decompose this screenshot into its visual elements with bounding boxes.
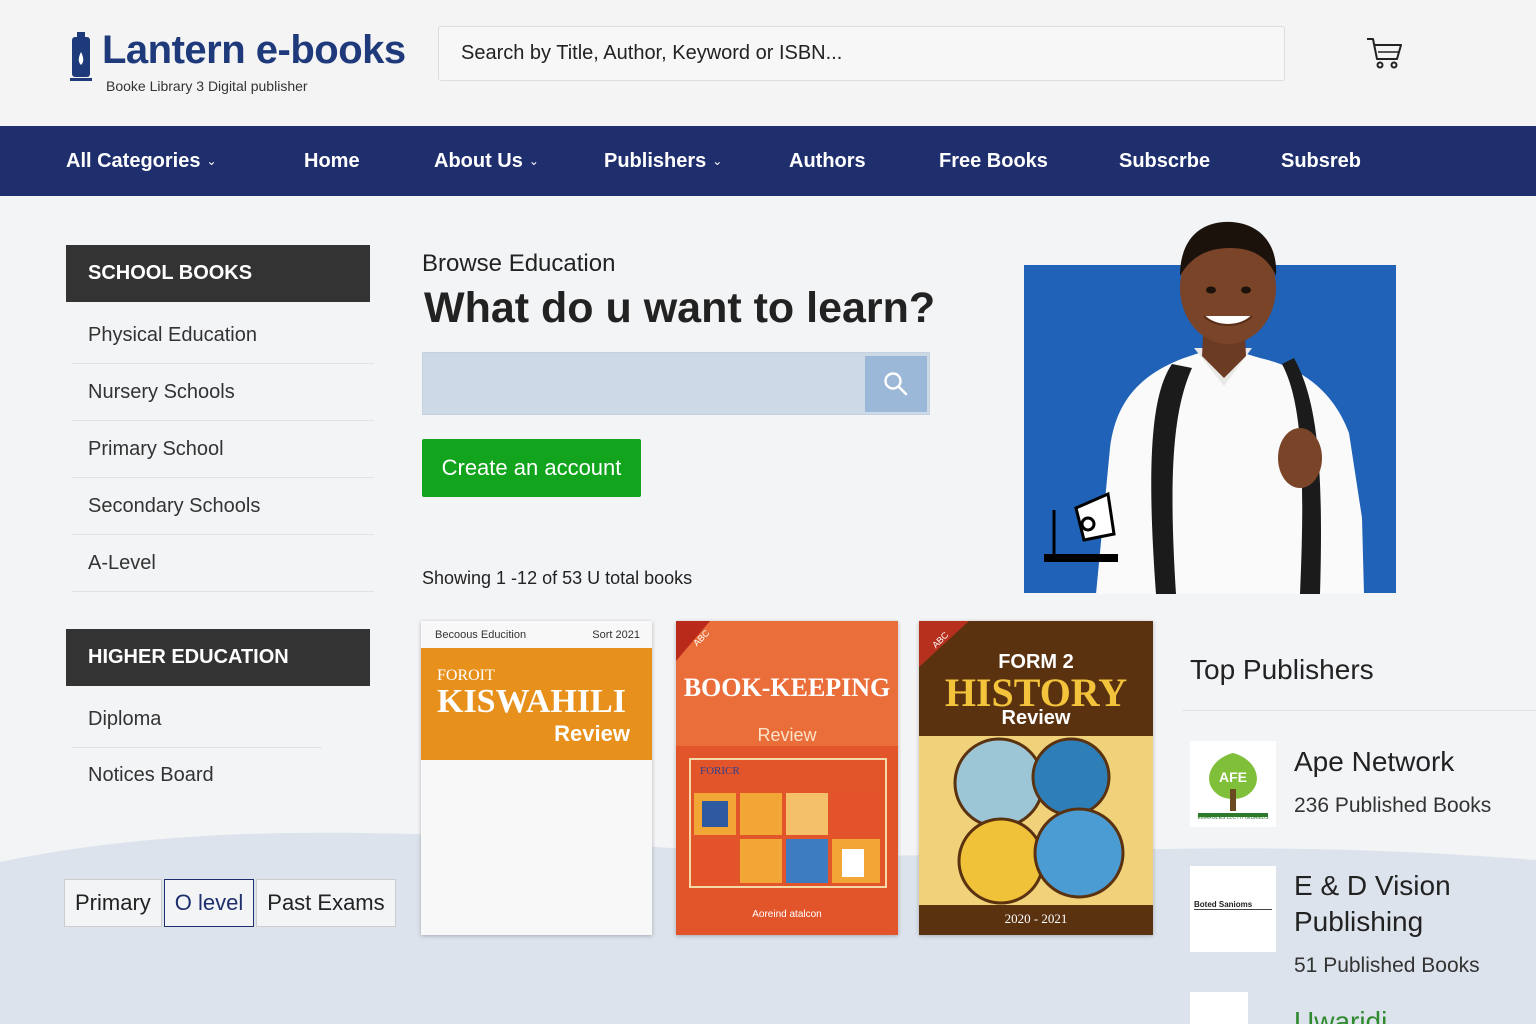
results-count: Showing 1 -12 of 53 U total books (422, 568, 693, 588)
book-subtitle: Review (757, 725, 817, 745)
book-card-history[interactable]: ABC FORM 2 HISTORY Review 2020 - 2021 (919, 621, 1153, 935)
sidebar-item-primary-school[interactable]: Primary School (72, 421, 374, 478)
search-icon (884, 372, 908, 396)
hero-search-button[interactable] (865, 356, 927, 412)
cart-icon[interactable] (1366, 36, 1404, 70)
logo-subtitle: Booke Library 3 Digital publisher (106, 78, 308, 94)
nav-free-books[interactable]: Free Books (939, 126, 1048, 196)
book-title: KISWAHILI (437, 683, 626, 720)
publisher-logo-text: Boted Sanioms (1194, 900, 1272, 910)
divider (1182, 710, 1536, 711)
chevron-down-icon: ⌄ (206, 154, 217, 168)
header-search (438, 26, 1285, 81)
sidebar-item-nursery-schools[interactable]: Nursery Schools (72, 364, 374, 421)
nav-label: Free Books (939, 149, 1048, 172)
publisher-name[interactable]: E & D Vision Publishing (1294, 868, 1524, 940)
logo-title: Lantern e-books (102, 28, 406, 72)
browse-label: Browse Education (422, 250, 616, 277)
hero-search-input[interactable] (423, 353, 863, 414)
sidebar-item-physical-education[interactable]: Physical Education (72, 307, 374, 364)
tab-primary[interactable]: Primary (64, 879, 162, 927)
book-card-book-keeping[interactable]: ABC BOOK-KEEPING Review FORICR Aoreind a… (676, 621, 898, 935)
publisher-logo-caption: EMARGLES LLC HT GIDAMDS (1197, 815, 1269, 821)
nav-home[interactable]: Home (304, 126, 360, 196)
nav-subscribe[interactable]: Subscrbe (1119, 126, 1210, 196)
publisher-book-count: 236 Published Books (1294, 794, 1492, 817)
book-footer: Aoreind atalcon (752, 909, 822, 920)
book-footer: 2020 - 2021 (1004, 911, 1068, 926)
tab-past-exams[interactable]: Past Exams (256, 879, 396, 927)
nav-label: Authors (789, 149, 866, 172)
book-card-kiswahili[interactable]: Becoous Educition Sort 2021 FOROIT KISWA… (421, 621, 652, 935)
book-subtitle: Review (1001, 707, 1071, 729)
publisher-logo-uwaridi[interactable] (1190, 992, 1248, 1024)
nav-label: All Categories (66, 149, 201, 172)
school-books-header: SCHOOL BOOKS (66, 245, 370, 302)
sidebar-item-a-level[interactable]: A-Level (72, 535, 374, 592)
nav-authors[interactable]: Authors (789, 126, 866, 196)
sidebar-item-secondary-schools[interactable]: Secondary Schools (72, 478, 374, 535)
create-account-button[interactable]: Create an account (422, 439, 641, 497)
publisher-logo-text: AFE (1219, 769, 1247, 785)
sidebar-item-notices-board[interactable]: Notices Board (72, 747, 374, 804)
chevron-down-icon: ⌄ (528, 154, 539, 168)
site-header: Lantern e-books Booke Library 3 Digital … (0, 0, 1536, 125)
sidebar-item-diploma[interactable]: Diploma (72, 691, 322, 748)
publisher-name[interactable]: Uwaridi (1294, 1004, 1387, 1024)
hero-search (422, 352, 930, 415)
nav-subscribe-2[interactable]: Subsreb (1281, 126, 1361, 196)
nav-label: Home (304, 149, 360, 172)
publisher-book-count: 51 Published Books (1294, 954, 1480, 977)
chevron-down-icon: ⌄ (712, 154, 723, 168)
hero-title: What do u want to learn? (424, 284, 936, 332)
nav-label: Publishers (604, 149, 707, 172)
nav-label: Subscrbe (1119, 149, 1211, 172)
book-year: Sort 2021 (592, 629, 640, 641)
nav-label: About Us (434, 149, 523, 172)
book-subtitle: Review (554, 721, 630, 746)
book-cover-art (676, 621, 898, 935)
publisher-logo-ape-network[interactable]: AFE EMARGLES LLC HT GIDAMDS (1190, 741, 1276, 827)
level-tabs: Primary O level Past Exams (64, 879, 398, 927)
publisher-name[interactable]: Ape Network (1294, 744, 1454, 780)
nav-about-us[interactable]: About Us ⌄ (434, 126, 539, 196)
book-title: BOOK-KEEPING (683, 673, 891, 702)
book-publisher: Becoous Educition (435, 629, 527, 641)
lantern-icon (70, 32, 92, 81)
nav-all-categories[interactable]: All Categories ⌄ (66, 126, 217, 196)
book-panel-label: FORICR (700, 765, 740, 777)
top-publishers-title: Top Publishers (1190, 654, 1374, 685)
main-nav: All Categories ⌄ Home About Us ⌄ Publisher… (0, 126, 1536, 196)
nav-label: Subsreb (1281, 149, 1362, 172)
header-search-input[interactable] (461, 42, 1262, 65)
student-photo (1024, 221, 1396, 594)
publisher-logo-ed-vision[interactable]: Boted Sanioms (1190, 866, 1276, 952)
tab-o-level[interactable]: O level (163, 879, 255, 927)
nav-publishers[interactable]: Publishers ⌄ (604, 126, 722, 196)
higher-education-header: HIGHER EDUCATION (66, 629, 370, 686)
